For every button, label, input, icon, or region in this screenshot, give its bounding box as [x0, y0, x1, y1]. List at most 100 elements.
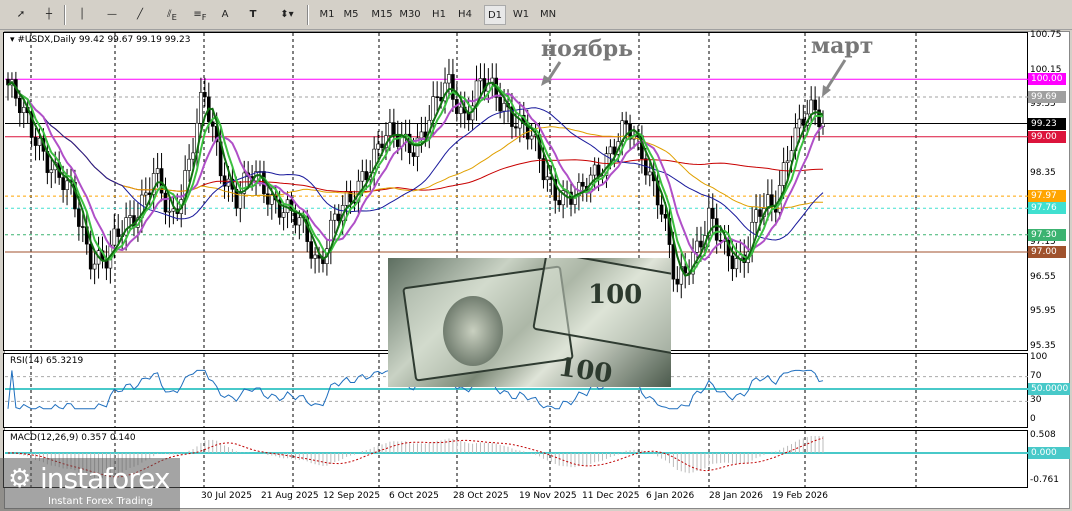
- price-level-tag: 99.23: [1028, 117, 1066, 130]
- candle-body: [714, 218, 719, 241]
- candle-body: [754, 209, 758, 223]
- gear-icon: ⚙: [8, 464, 32, 494]
- annotation-march: март: [811, 33, 874, 59]
- candle-body: [33, 137, 38, 146]
- price-level-tag: 99.69: [1028, 91, 1066, 104]
- candle-body: [49, 169, 54, 173]
- rsi-tick: 100: [1030, 352, 1048, 362]
- candle-body: [332, 213, 337, 221]
- candle-body: [18, 97, 22, 113]
- candle-body: [809, 99, 813, 115]
- date-tick: 30 Jul 2025: [201, 491, 252, 501]
- bill-denomination: 100: [588, 280, 643, 310]
- price-level-tag: 97.97: [1028, 190, 1066, 203]
- candle-body: [734, 258, 739, 270]
- candle-body: [92, 263, 97, 270]
- candle-body: [663, 213, 668, 219]
- logo-tagline: Instant Forex Trading: [48, 496, 154, 507]
- rsi-tick: 30: [1030, 395, 1042, 406]
- price-tick: 98.35: [1030, 168, 1056, 179]
- date-tick: 28 Oct 2025: [453, 491, 509, 501]
- candle-body: [360, 171, 365, 182]
- candle-body: [478, 78, 483, 82]
- candle-body: [592, 164, 597, 176]
- candle-body: [699, 240, 703, 248]
- candle-body: [451, 74, 455, 100]
- candle-body: [155, 168, 160, 174]
- dollar-bills-image: 100 100: [388, 258, 671, 387]
- price-tick: 100.75: [1030, 30, 1062, 40]
- candle-body: [675, 278, 680, 285]
- candle-body: [801, 118, 806, 126]
- date-tick: 12 Sep 2025: [323, 491, 381, 501]
- candle-body: [77, 208, 81, 227]
- candle-body: [498, 97, 502, 112]
- rsi-tick: 0: [1030, 414, 1036, 424]
- candle-body: [187, 158, 191, 171]
- macd-tick: 0.000: [1028, 447, 1070, 459]
- price-level-tag: 97.30: [1028, 228, 1066, 241]
- candle-body: [380, 143, 384, 148]
- candle-body: [659, 204, 664, 215]
- candle-body: [163, 192, 168, 213]
- bill-denomination-2: 100: [556, 352, 615, 387]
- candle-body: [797, 118, 802, 129]
- price-level-tag: 99.00: [1028, 130, 1066, 143]
- candle-body: [431, 96, 436, 121]
- candle-body: [545, 176, 550, 181]
- candle-body: [21, 107, 26, 113]
- candle-body: [647, 171, 652, 176]
- candle-body: [37, 137, 42, 146]
- date-tick: 6 Jan 2026: [646, 491, 695, 501]
- price-level-tag: 100.00: [1028, 73, 1066, 86]
- symbol-info-text: #USDX,Daily 99.42 99.67 99.19 99.23: [17, 35, 191, 45]
- price-level-tag: 97.76: [1028, 202, 1066, 215]
- candle-body: [191, 152, 195, 160]
- price-tick: 96.55: [1030, 271, 1056, 282]
- candle-body: [313, 254, 317, 259]
- rsi-tick: 70: [1030, 370, 1042, 381]
- candle-body: [376, 143, 380, 150]
- candle-body: [813, 99, 817, 111]
- candle-body: [435, 96, 439, 98]
- candle-body: [128, 215, 132, 218]
- candle-body: [364, 171, 369, 180]
- candle-body: [61, 177, 65, 190]
- arrow-march: [824, 59, 847, 91]
- candle-body: [144, 192, 148, 196]
- candle-body: [781, 162, 786, 186]
- candle-body: [557, 200, 562, 206]
- candle-body: [770, 194, 774, 207]
- candle-body: [309, 241, 313, 259]
- candle-body: [608, 146, 613, 155]
- macd-tick: -0.761: [1030, 475, 1060, 485]
- candle-body: [395, 134, 400, 147]
- candle-body: [411, 152, 416, 157]
- candle-body: [112, 228, 117, 246]
- candle-body: [238, 193, 243, 209]
- candle-body: [514, 126, 518, 129]
- chart-canvas: [5, 33, 1028, 487]
- date-tick: 11 Dec 2025: [582, 491, 640, 501]
- candle-body: [447, 74, 451, 84]
- date-tick: 19 Nov 2025: [519, 491, 577, 501]
- symbol-info: ▾ #USDX,Daily 99.42 99.67 99.19 99.23: [10, 35, 191, 45]
- candle-body: [671, 244, 676, 280]
- candle-body: [88, 243, 93, 270]
- candle-body: [758, 209, 762, 217]
- candle-body: [581, 181, 585, 187]
- candle-body: [65, 180, 69, 190]
- candle-body: [281, 212, 286, 218]
- candle-body: [529, 135, 534, 140]
- price-level-tag: 97.00: [1028, 245, 1066, 258]
- candle-body: [695, 240, 699, 253]
- candle-body: [388, 122, 392, 136]
- candle-body: [116, 228, 121, 237]
- candle-body: [297, 217, 302, 226]
- candle-body: [203, 92, 207, 98]
- instaforex-logo: ⚙ instaforex Instant Forex Trading: [0, 458, 180, 511]
- candle-body: [419, 131, 424, 139]
- candle-body: [199, 92, 203, 124]
- price-tick: 95.95: [1030, 306, 1056, 317]
- candle-body: [458, 106, 463, 114]
